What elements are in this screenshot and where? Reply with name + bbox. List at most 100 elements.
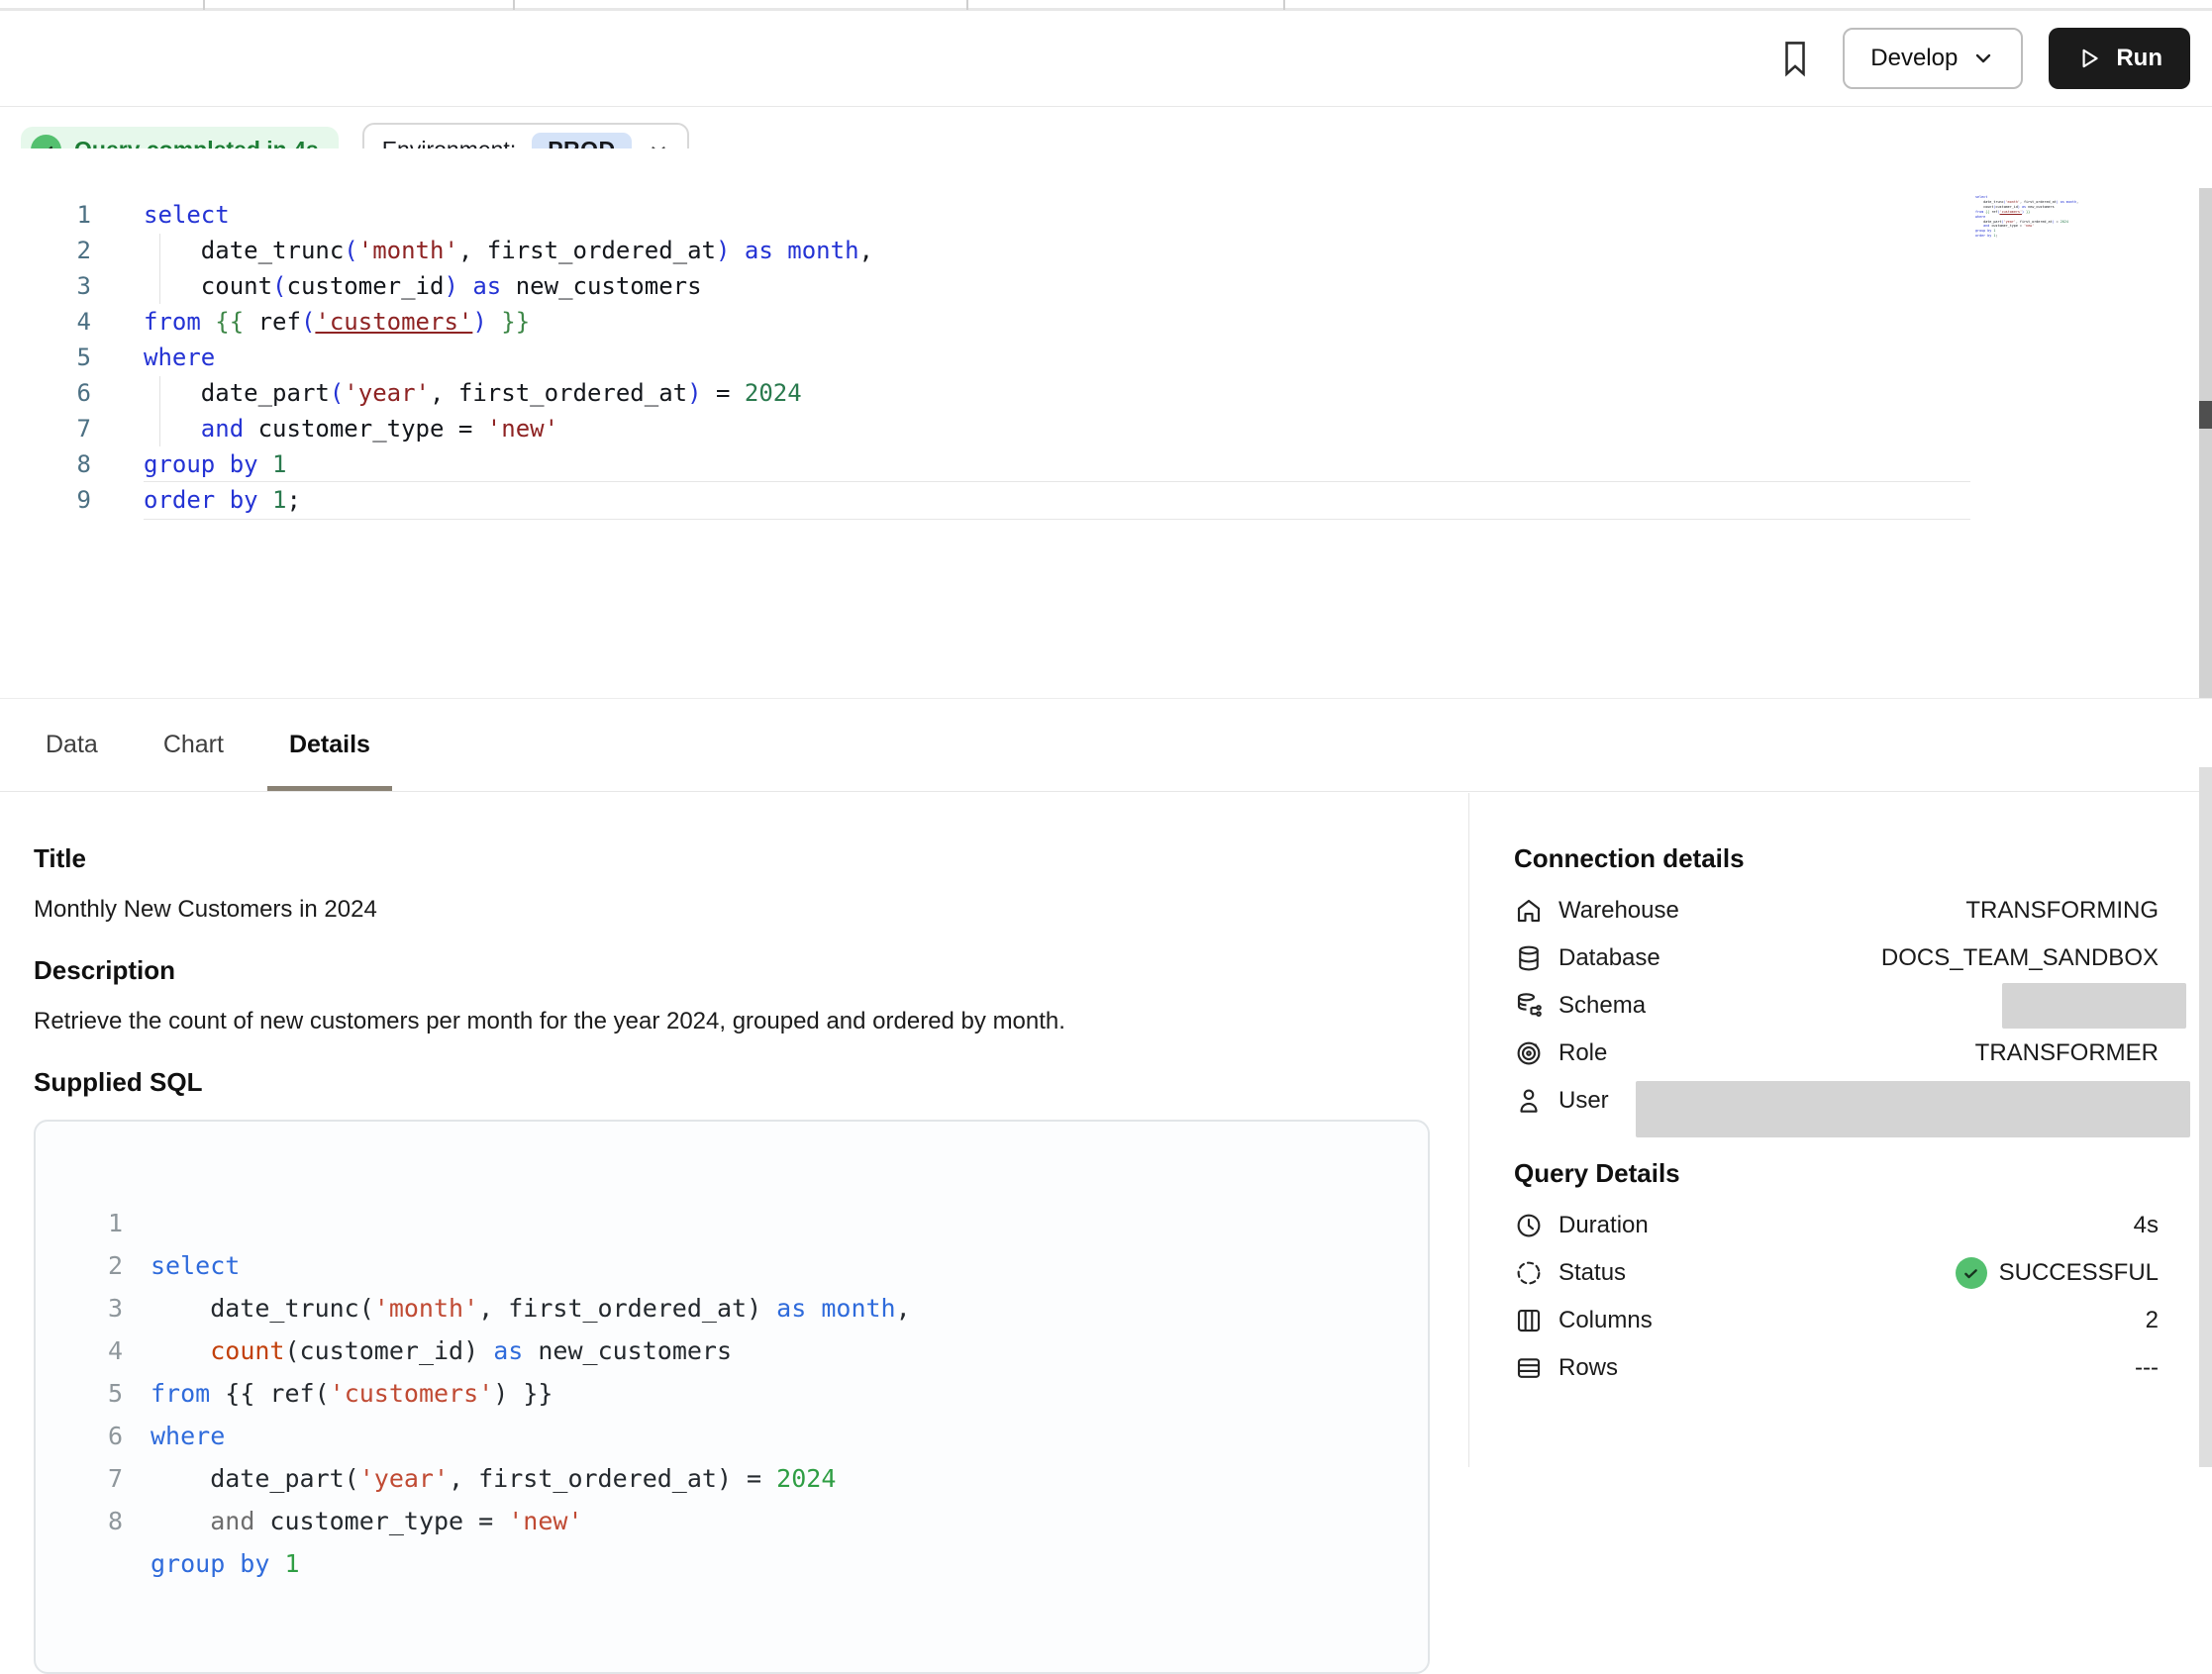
query-detail-label: Columns	[1558, 1307, 2146, 1334]
code-line[interactable]: date_trunc('month', first_ordered_at) as…	[144, 233, 873, 268]
run-button[interactable]: Run	[2049, 28, 2190, 89]
role-icon	[1514, 1038, 1544, 1068]
connection-value: DOCS_TEAM_SANDBOX	[1881, 944, 2159, 972]
query-detail-label: Status	[1558, 1259, 1956, 1287]
loader-icon	[1514, 1258, 1544, 1288]
connection-label: Schema	[1558, 992, 2002, 1020]
develop-label: Develop	[1870, 45, 1958, 72]
redacted-value	[1636, 1081, 2190, 1137]
bookmark-icon[interactable]	[1773, 37, 1817, 80]
tab-data[interactable]: Data	[32, 699, 112, 791]
editor-code[interactable]: select date_trunc('month', first_ordered…	[144, 197, 873, 518]
query-detail-row: Rows ---	[1514, 1344, 2159, 1392]
results-scrollbar[interactable]	[2199, 767, 2212, 1467]
line-number: 8	[0, 446, 91, 482]
editor-minimap[interactable]: select date_trunc('month', first_ordered…	[1975, 195, 2092, 239]
editor-scrollbar[interactable]	[2199, 188, 2212, 699]
supplied-sql-code-block: 1 select 2 date_trunc('month', first_ord…	[34, 1120, 1430, 1674]
line-number: 2	[0, 233, 91, 268]
connection-row: Database DOCS_TEAM_SANDBOX	[1514, 935, 2159, 982]
rows-icon	[1514, 1353, 1544, 1383]
top-file-tab-strip[interactable]	[0, 0, 2212, 11]
query-detail-value: 2	[2146, 1307, 2159, 1334]
sql-editor[interactable]: 123456789 select date_trunc('month', fir…	[0, 148, 2212, 698]
title-heading: Title	[34, 843, 1430, 874]
sql-card-line: 4 from {{ ref('customers') }}	[36, 1287, 1428, 1329]
user-icon	[1514, 1086, 1544, 1116]
query-detail-row: Columns 2	[1514, 1297, 2159, 1344]
code-line[interactable]: and customer_type = 'new'	[144, 411, 873, 446]
develop-dropdown-button[interactable]: Develop	[1843, 28, 2023, 89]
code-line[interactable]: date_part('year', first_ordered_at) = 20…	[144, 375, 873, 411]
connection-value: TRANSFORMING	[1965, 897, 2159, 925]
connection-row: Warehouse TRANSFORMING	[1514, 887, 2159, 935]
connection-rows: Warehouse TRANSFORMING Database DOCS_TEA…	[1514, 887, 2159, 1125]
line-number: 8	[71, 1500, 123, 1542]
connection-row: Schema	[1514, 982, 2159, 1030]
sql-card-line: 1 select	[36, 1159, 1428, 1202]
connection-details-panel: Connection details Warehouse TRANSFORMIN…	[1468, 793, 2212, 1467]
connection-label: Warehouse	[1558, 897, 1965, 925]
header-toolbar: Develop Run	[0, 11, 2212, 107]
line-number: 5	[0, 340, 91, 375]
connection-row: Role TRANSFORMER	[1514, 1030, 2159, 1077]
tab-details[interactable]: Details	[275, 699, 384, 791]
title-value: Monthly New Customers in 2024	[34, 896, 1430, 924]
connection-label: Role	[1558, 1039, 1975, 1067]
results-tab-bar: Data Chart Details	[0, 699, 2212, 792]
status-value: SUCCESSFUL	[1956, 1257, 2159, 1289]
code-line[interactable]: select	[144, 197, 873, 233]
description-heading: Description	[34, 955, 1430, 986]
sql-card-line: 7 and customer_type = 'new'	[36, 1415, 1428, 1457]
query-detail-label: Duration	[1558, 1212, 2134, 1239]
connection-details-heading: Connection details	[1514, 843, 2159, 874]
query-detail-value: 4s	[2134, 1212, 2159, 1239]
supplied-sql-heading: Supplied SQL	[34, 1067, 1430, 1098]
clock-icon	[1514, 1211, 1544, 1240]
tab-separator	[1283, 0, 1285, 10]
editor-scrollbar-thumb[interactable]	[2199, 401, 2212, 429]
success-check-icon	[1956, 1257, 1987, 1289]
code-line[interactable]: group by 1	[144, 446, 873, 482]
line-number: 7	[0, 411, 91, 446]
redacted-value	[2002, 983, 2186, 1029]
connection-label: User	[1558, 1087, 1636, 1115]
query-details-heading: Query Details	[1514, 1158, 2159, 1189]
play-icon	[2076, 46, 2102, 71]
sql-card-line: 8 group by 1	[36, 1457, 1428, 1500]
sql-card-line: 2 date_trunc('month', first_ordered_at) …	[36, 1202, 1428, 1244]
tab-separator	[203, 0, 205, 10]
editor-line-numbers: 123456789	[0, 197, 91, 518]
connection-label: Database	[1558, 944, 1881, 972]
details-panel: Title Monthly New Customers in 2024 Desc…	[34, 843, 1430, 1674]
query-detail-label: Rows	[1558, 1354, 2135, 1382]
code-line[interactable]: order by 1;	[144, 482, 873, 518]
database-icon	[1514, 943, 1544, 973]
run-label: Run	[2116, 45, 2162, 72]
sql-card-line: 5 where	[36, 1329, 1428, 1372]
warehouse-icon	[1514, 896, 1544, 926]
query-details-rows: Duration 4s Status SUCCESSFUL Columns 2 …	[1514, 1202, 2159, 1392]
columns-icon	[1514, 1306, 1544, 1335]
tab-separator	[513, 0, 515, 10]
code-line[interactable]: from {{ ref('customers') }}	[144, 304, 873, 340]
sql-card-line: 3 count(customer_id) as new_customers	[36, 1244, 1428, 1287]
minimap-line: order by 1;	[1975, 234, 2092, 239]
line-number: 4	[0, 304, 91, 340]
tab-separator	[966, 0, 968, 10]
tab-chart[interactable]: Chart	[150, 699, 238, 791]
sql-card-line: 6 date_part('year', first_ordered_at) = …	[36, 1372, 1428, 1415]
schema-icon	[1514, 991, 1544, 1021]
code-line[interactable]: where	[144, 340, 873, 375]
query-detail-value: ---	[2135, 1354, 2159, 1382]
code-line[interactable]: count(customer_id) as new_customers	[144, 268, 873, 304]
line-number: 9	[0, 482, 91, 518]
line-number: 6	[0, 375, 91, 411]
query-detail-row: Status SUCCESSFUL	[1514, 1249, 2159, 1297]
connection-row: User	[1514, 1077, 2159, 1125]
connection-value: TRANSFORMER	[1975, 1039, 2159, 1067]
line-number: 1	[0, 197, 91, 233]
line-number: 3	[0, 268, 91, 304]
query-detail-row: Duration 4s	[1514, 1202, 2159, 1249]
chevron-down-icon	[1971, 47, 1995, 70]
